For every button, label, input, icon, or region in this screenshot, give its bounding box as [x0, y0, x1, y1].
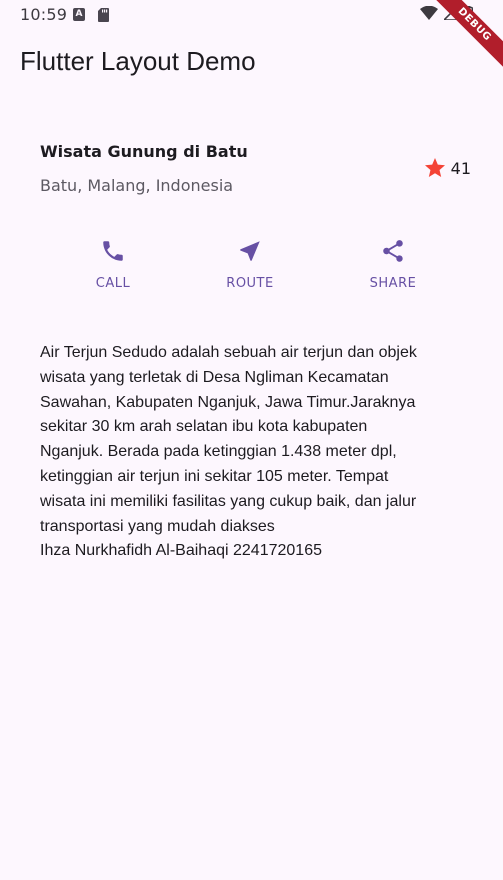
star-icon	[424, 158, 445, 177]
description-line: Air Terjun Sedudo adalah sebuah air terj…	[40, 344, 417, 361]
status-bar: 10:59 A	[0, 0, 503, 30]
description-text: Air Terjun Sedudo adalah sebuah air terj…	[40, 341, 475, 564]
wifi-icon	[420, 6, 438, 20]
rating: 41	[423, 156, 471, 180]
phone-icon	[103, 241, 123, 261]
accessibility-notification-icon: A	[73, 8, 85, 21]
description-line: transportasi yang mudah diakses	[40, 517, 275, 535]
place-name: Wisata Gunung di Batu	[40, 142, 248, 161]
notification-a-badge: A	[75, 9, 83, 19]
route-label: ROUTE	[226, 276, 274, 291]
author-line: Ihza Nurkhafidh Al-Baihaqi 2241720165	[40, 542, 322, 560]
title-section: Wisata Gunung di Batu Batu, Malang, Indo…	[40, 140, 472, 200]
rating-count: 41	[450, 158, 471, 178]
status-time: 10:59	[20, 5, 68, 24]
share-icon	[383, 240, 403, 262]
call-button[interactable]: CALL	[63, 238, 163, 291]
description-line: sekitar 30 km arah selatan ibu kota kabu…	[40, 418, 368, 436]
share-label: SHARE	[369, 276, 417, 291]
button-row: CALL ROUTE SHARE	[40, 238, 465, 308]
app-bar-title: Flutter Layout Demo	[20, 46, 256, 76]
route-button[interactable]: ROUTE	[200, 238, 300, 291]
call-label: CALL	[95, 276, 131, 291]
description-line: wisata ini memiliki fasilitas yang cukup…	[40, 492, 417, 510]
description-line: Nganjuk. Berada pada ketinggian 1.438 me…	[40, 443, 397, 461]
place-location: Batu, Malang, Indonesia	[40, 176, 234, 195]
description-line: Sawahan, Kabupaten Nganjuk, Jawa Timur.J…	[40, 393, 416, 411]
description-line: wisata yang terletak di Desa Ngliman Kec…	[40, 368, 389, 386]
sd-card-icon	[98, 8, 109, 22]
share-button[interactable]: SHARE	[343, 238, 443, 291]
description-line: ketinggian air terjun ini sekitar 105 me…	[40, 467, 389, 485]
near-me-icon	[240, 241, 260, 261]
